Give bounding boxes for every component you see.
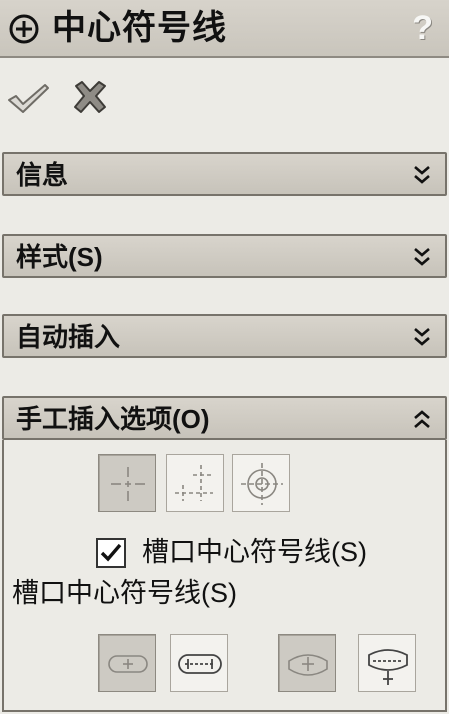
circular-center-mark-icon bbox=[241, 463, 283, 505]
linear-center-mark-button[interactable] bbox=[166, 454, 224, 512]
slot-center-icon bbox=[108, 655, 148, 673]
slot-center-mark-checkbox[interactable] bbox=[96, 538, 126, 568]
manual-insert-group-header[interactable]: 手工插入选项(O) bbox=[2, 396, 447, 440]
chevron-down-icon[interactable] bbox=[411, 245, 433, 269]
checkmark-icon bbox=[100, 543, 122, 562]
style-group-header[interactable]: 样式(S) bbox=[2, 234, 447, 278]
chevron-up-icon[interactable] bbox=[411, 407, 433, 431]
slot-center-mark-section-label: 槽口中心符号线(S) bbox=[12, 578, 237, 608]
style-group-label: 样式(S) bbox=[16, 242, 103, 272]
arc-slot-ends-button[interactable] bbox=[358, 634, 416, 692]
single-center-mark-button[interactable] bbox=[98, 454, 156, 512]
info-group-label: 信息 bbox=[16, 160, 69, 190]
center-mark-property-panel: 中心符号线 ? 信息 样式(S) 自动插入 手工插入选项(O) 槽口中心符号线(… bbox=[0, 0, 449, 714]
slot-ends-icon bbox=[178, 654, 222, 674]
ok-button[interactable] bbox=[6, 82, 50, 114]
cancel-button[interactable] bbox=[72, 80, 108, 114]
auto-insert-group-header[interactable]: 自动插入 bbox=[2, 314, 447, 358]
info-group-header[interactable]: 信息 bbox=[2, 152, 447, 196]
single-center-mark-icon bbox=[111, 467, 145, 501]
center-mark-icon bbox=[9, 14, 39, 44]
slot-center-button[interactable] bbox=[98, 634, 156, 692]
chevron-down-icon[interactable] bbox=[411, 163, 433, 187]
slot-ends-button[interactable] bbox=[170, 634, 228, 692]
panel-title-bar: 中心符号线 ? bbox=[0, 0, 449, 58]
arc-slot-ends-icon bbox=[368, 649, 408, 685]
linear-center-mark-icon bbox=[175, 465, 213, 501]
circular-center-mark-button[interactable] bbox=[232, 454, 290, 512]
help-button[interactable]: ? bbox=[412, 8, 433, 48]
arc-slot-center-button[interactable] bbox=[278, 634, 336, 692]
manual-insert-group-label: 手工插入选项(O) bbox=[16, 404, 210, 434]
arc-slot-center-icon bbox=[288, 654, 328, 676]
slot-center-mark-checkbox-label[interactable]: 槽口中心符号线(S) bbox=[142, 534, 367, 570]
panel-title: 中心符号线 bbox=[52, 9, 227, 47]
chevron-down-icon[interactable] bbox=[411, 325, 433, 349]
auto-insert-group-label: 自动插入 bbox=[16, 322, 121, 352]
